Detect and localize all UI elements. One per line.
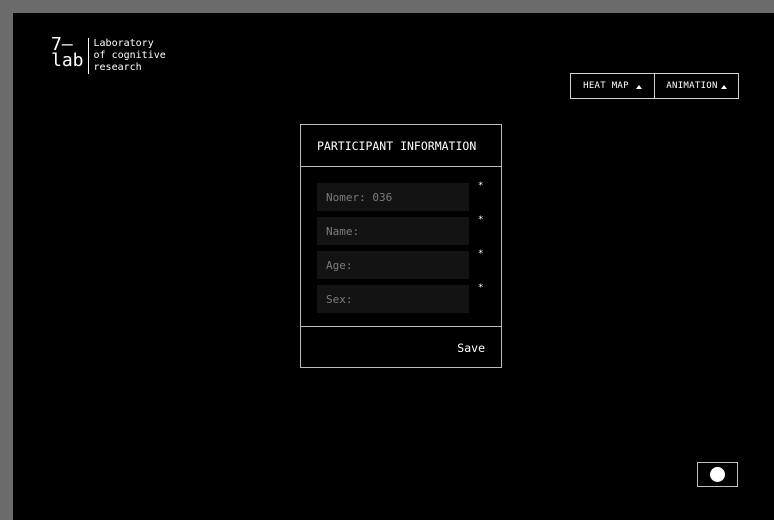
form-fields: * * * * xyxy=(301,167,501,327)
lab-logo: 7— lab Laboratory of cognitive research xyxy=(51,36,166,74)
logo-mark-bottom: lab xyxy=(51,50,84,71)
age-input[interactable] xyxy=(317,251,469,279)
nomer-field-row: * xyxy=(317,181,487,211)
record-button[interactable] xyxy=(697,462,738,487)
logo-text: Laboratory of cognitive research xyxy=(87,38,166,74)
animation-label: ANIMATION xyxy=(666,81,718,91)
logo-mark: 7— lab xyxy=(51,36,88,71)
logo-text-line-2: of cognitive xyxy=(93,50,166,61)
triangle-up-icon xyxy=(635,85,642,89)
sex-field-row: * xyxy=(317,283,487,313)
record-dot-icon xyxy=(710,467,725,482)
triangle-up-icon xyxy=(720,85,727,89)
name-field-row: * xyxy=(317,215,487,245)
required-marker: * xyxy=(478,283,484,293)
logo-text-line-3: research xyxy=(93,62,142,73)
logo-text-line-1: Laboratory xyxy=(93,38,154,49)
heat-map-label: HEAT MAP xyxy=(583,81,629,91)
app-screen: 7— lab Laboratory of cognitive research … xyxy=(13,13,774,520)
nomer-input[interactable] xyxy=(317,183,469,211)
save-button[interactable]: Save xyxy=(457,341,485,355)
name-input[interactable] xyxy=(317,217,469,245)
participant-info-form: PARTICIPANT INFORMATION * * * * Save xyxy=(300,124,502,368)
animation-button[interactable]: ANIMATION xyxy=(655,74,738,98)
required-marker: * xyxy=(478,249,484,259)
required-marker: * xyxy=(478,181,484,191)
sex-input[interactable] xyxy=(317,285,469,313)
form-footer: Save xyxy=(301,327,501,369)
heat-map-button[interactable]: HEAT MAP xyxy=(571,74,655,98)
form-title: PARTICIPANT INFORMATION xyxy=(301,125,501,167)
view-toggle-bar: HEAT MAP ANIMATION xyxy=(570,73,739,99)
required-marker: * xyxy=(478,215,484,225)
age-field-row: * xyxy=(317,249,487,279)
